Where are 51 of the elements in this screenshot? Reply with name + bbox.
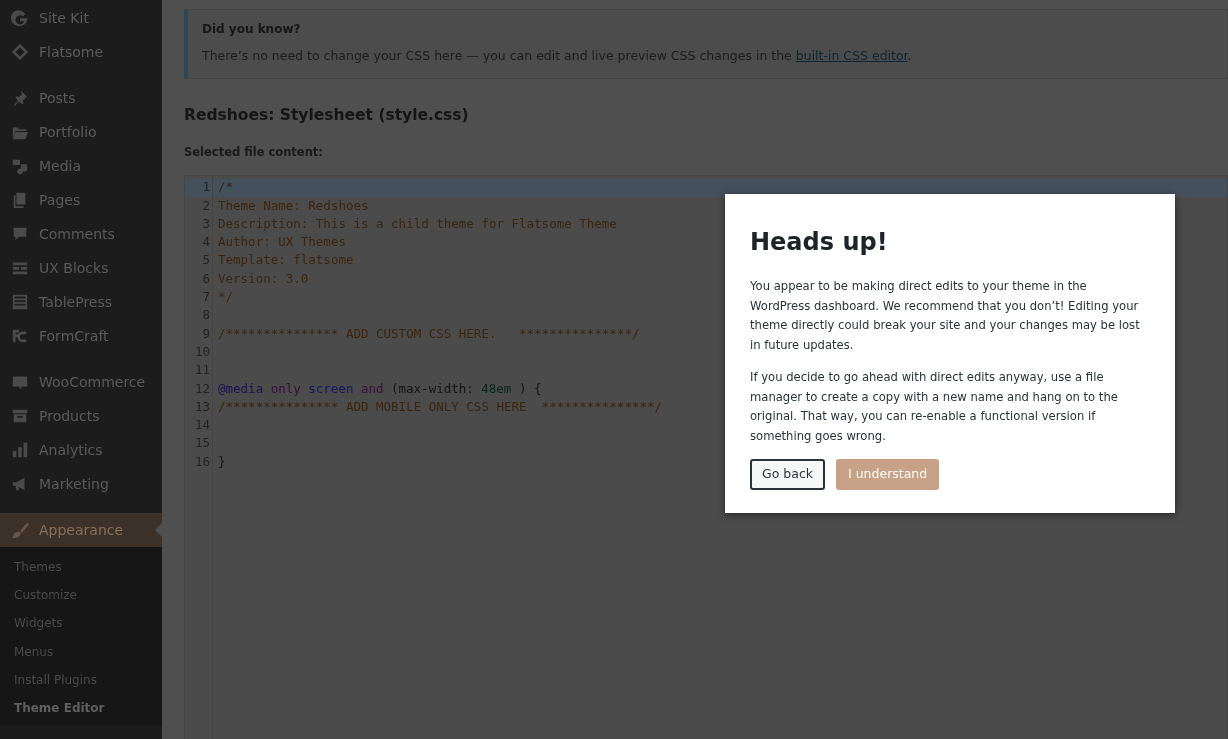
menu-item[interactable]: Site Kit xyxy=(0,1,162,35)
menu-item[interactable]: FormCraft xyxy=(0,319,162,353)
media-icon xyxy=(11,157,29,175)
pushpin-icon xyxy=(11,89,29,107)
code-text: */ xyxy=(218,288,234,307)
menu-item[interactable]: Media xyxy=(0,149,162,183)
table-icon xyxy=(11,293,29,311)
notice-text: . xyxy=(907,48,912,63)
code-text: Author: UX Themes xyxy=(218,233,346,252)
code-text: 48em xyxy=(481,379,512,398)
paintbrush-icon xyxy=(11,521,29,539)
menu-item[interactable]: Pages xyxy=(0,183,162,217)
code-text: only xyxy=(270,379,301,398)
dialog-text: If you decide to go ahead with direct edits anyway, use a file manager to create a copy with a new name and hang on to the original. That way, you can re-enable a functional version if something goes wrong. xyxy=(750,369,1119,445)
file-title: Redshoes: Stylesheet (style.css) xyxy=(184,105,470,126)
code-text: Description: This is a child theme for Flatsome Theme xyxy=(218,214,617,233)
code-text: Version: 3.0 xyxy=(218,269,309,288)
back-button[interactable]: Go back xyxy=(750,459,825,490)
dialog-title: Heads up! xyxy=(750,227,889,258)
code-text: and xyxy=(360,379,384,398)
code-text: /*************** ADD CUSTOM CSS HERE. ***************/ xyxy=(218,324,640,343)
menu-item[interactable]: Products xyxy=(0,399,162,433)
code-text: screen xyxy=(308,379,354,398)
menu-item[interactable]: Analytics xyxy=(0,433,162,467)
dialog-text: You appear to be making direct edits to your theme in the WordPress dashboard. We recommend that you don’t! Editing your theme directly could break your site and your changes may be lost in future updates. xyxy=(750,278,1141,354)
menu-item[interactable]: Portfolio xyxy=(0,115,162,149)
g-letter-icon xyxy=(11,9,29,27)
menu-item[interactable]: Flatsome xyxy=(0,35,162,69)
menu-item[interactable]: Marketing xyxy=(0,467,162,501)
menu-item[interactable]: Appearance xyxy=(0,513,162,547)
menu-item[interactable]: Comments xyxy=(0,217,162,251)
code-text: ) { xyxy=(518,379,542,398)
confirm-button[interactable]: I understand xyxy=(836,459,940,490)
archive-box-icon xyxy=(11,407,29,425)
bar-chart-icon xyxy=(11,441,29,459)
code-text: } xyxy=(218,452,226,471)
code-text: /* xyxy=(218,178,234,197)
code-text: Theme Name: Redshoes xyxy=(218,196,369,215)
menu-item[interactable]: TablePress xyxy=(0,285,162,319)
diamond-icon xyxy=(11,43,29,61)
menu-item[interactable]: Posts xyxy=(0,81,162,115)
fc-letters-icon xyxy=(11,327,29,345)
css-editor-link[interactable]: built-in CSS editor xyxy=(795,48,908,63)
menu-item[interactable]: WooCommerce xyxy=(0,365,162,399)
menu-item[interactable]: UX Blocks xyxy=(0,251,162,285)
line-number: 1 xyxy=(201,178,210,197)
code-text: Template: flatsome xyxy=(218,251,354,270)
submenu-item[interactable]: Theme Editor xyxy=(0,693,162,723)
current-menu-pointer xyxy=(155,523,162,537)
code-text: @media xyxy=(218,379,264,398)
code-text: /*************** ADD MOBILE ONLY CSS HERE ***************/ xyxy=(218,397,662,416)
